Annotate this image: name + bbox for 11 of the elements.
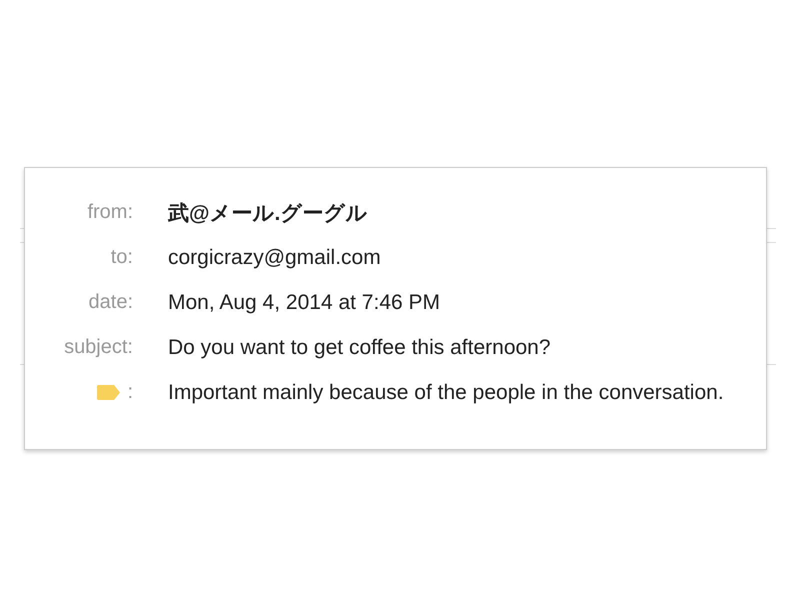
field-label: subject: xyxy=(64,336,133,359)
importance-tag-icon xyxy=(97,385,120,400)
field-label: date: xyxy=(88,291,133,314)
field-value: corgicrazy@gmail.com xyxy=(168,246,381,270)
field-label: to: xyxy=(110,246,133,269)
importance-label: : xyxy=(127,381,133,404)
field-label: from: xyxy=(87,201,133,224)
sender-address: 武@メール.グーグル xyxy=(168,200,368,226)
field-value: Do you want to get coffee this afternoon? xyxy=(168,336,551,360)
importance-reason: Important mainly because of the people in the conversation. xyxy=(168,380,724,404)
field-value: Mon, Aug 4, 2014 at 7:46 PM xyxy=(168,290,440,314)
